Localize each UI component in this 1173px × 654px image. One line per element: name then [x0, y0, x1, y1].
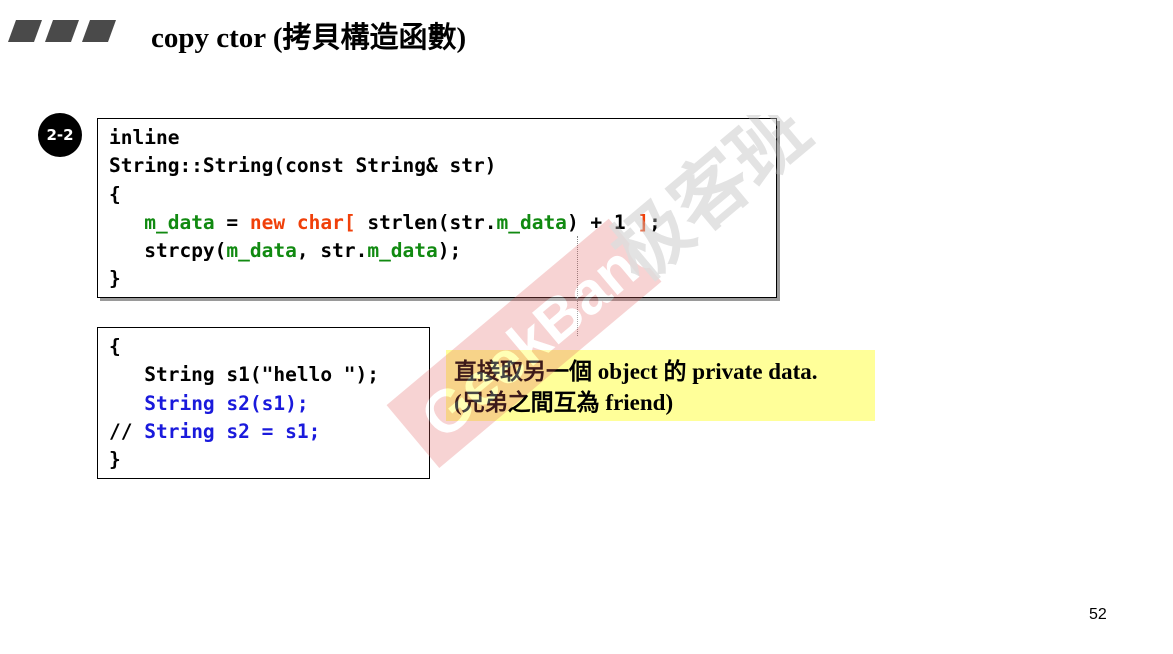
code-token-m-data: m_data	[367, 239, 438, 263]
code-line: {	[109, 335, 121, 358]
code-line: inline	[109, 126, 180, 149]
code-line: }	[109, 448, 121, 472]
code-token-bracket: ]	[637, 210, 650, 234]
code-line: String s2(s1);	[109, 390, 429, 418]
title-bar-1	[7, 20, 43, 42]
code-token: ) + 1	[566, 210, 638, 234]
code-token: strcpy(	[144, 239, 227, 263]
dotted-connector	[577, 236, 578, 336]
code-line: }	[109, 267, 121, 291]
section-badge: 2-2	[38, 113, 82, 157]
code-box-constructor: inlineString::String(const String& str){…	[97, 118, 777, 298]
code-token-copy-assign-init: String s2 = s1;	[144, 419, 321, 443]
code-token-new-char: new char[	[249, 210, 356, 234]
code-token-m-data: m_data	[144, 210, 215, 234]
page-number: 52	[1089, 606, 1107, 623]
code-token: );	[437, 239, 462, 263]
code-token: , str.	[296, 239, 368, 263]
code-line: m_data = new char[ strlen(str.m_data) + …	[109, 209, 776, 237]
title-bar-2	[44, 20, 80, 42]
code-token: strlen(str.	[355, 210, 497, 234]
code-token: ;	[649, 210, 661, 234]
code-line: // String s2 = s1;	[109, 418, 429, 446]
code-box-usage: { String s1("hello "); String s2(s1); // …	[97, 327, 430, 479]
note-line-2: (兄弟之間互為 friend)	[454, 390, 674, 415]
code-line: {	[109, 182, 121, 206]
code-token-m-data: m_data	[496, 210, 567, 234]
code-line: String s1("hello ");	[109, 363, 380, 387]
code-token-m-data: m_data	[226, 239, 297, 263]
annotation-note: 直接取另一個 object 的 private data. (兄弟之間互為 fr…	[446, 350, 875, 421]
code-line: strcpy(m_data, str.m_data);	[109, 237, 776, 265]
code-line: String::String(const String& str)	[109, 154, 497, 178]
slide-title: copy ctor (拷貝構造函數)	[151, 22, 467, 54]
code-token: =	[214, 210, 250, 234]
note-line-1: 直接取另一個 object 的 private data.	[454, 359, 818, 384]
code-token-copy-ctor-call: String s2(s1);	[144, 391, 309, 415]
title-bar-3	[81, 20, 117, 42]
code-comment-marker: //	[109, 419, 145, 443]
